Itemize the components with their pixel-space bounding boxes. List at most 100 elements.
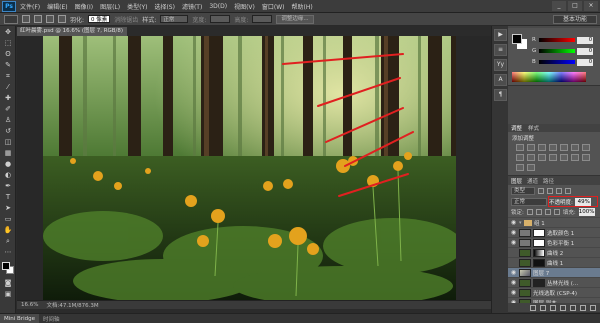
document-canvas[interactable] <box>43 36 456 300</box>
screen-mode-icon[interactable]: ▣ <box>2 290 14 299</box>
height-input[interactable] <box>252 15 273 23</box>
eyedropper-tool-icon[interactable]: ⁄ <box>2 83 14 92</box>
menu-layer[interactable]: 图层(L) <box>100 2 120 11</box>
green-gradient[interactable] <box>539 49 575 53</box>
intersect-selection-icon[interactable] <box>58 15 66 23</box>
gradient-map-icon[interactable] <box>516 164 524 171</box>
new-layer-icon[interactable] <box>580 304 586 311</box>
crop-tool-icon[interactable]: ⌗ <box>2 72 14 81</box>
zoom-tool-icon[interactable]: ⌕ <box>2 237 14 246</box>
layer-style-icon[interactable] <box>540 304 546 311</box>
tool-preset-picker[interactable] <box>4 14 18 24</box>
hue-saturation-icon[interactable] <box>571 144 579 151</box>
foreground-color-swatch[interactable] <box>2 262 10 270</box>
path-select-tool-icon[interactable]: ➤ <box>2 204 14 213</box>
lasso-tool-icon[interactable]: ʘ <box>2 50 14 59</box>
healing-brush-tool-icon[interactable]: ✚ <box>2 94 14 103</box>
blue-slider[interactable]: B 0 <box>532 58 598 66</box>
visibility-eye-icon[interactable]: ◉ <box>510 250 517 256</box>
history-icon[interactable]: ≡ <box>494 44 507 56</box>
gradient-tool-icon[interactable]: ▦ <box>2 149 14 158</box>
brush-tool-icon[interactable]: ✐ <box>2 105 14 114</box>
fill-input[interactable]: 100% <box>578 208 595 216</box>
green-slider[interactable]: G 0 <box>532 47 598 55</box>
shape-tool-icon[interactable]: ▭ <box>2 215 14 224</box>
color-swatches[interactable] <box>1 261 15 275</box>
subtract-selection-icon[interactable] <box>46 15 54 23</box>
red-slider[interactable]: R 0 <box>532 36 598 44</box>
green-value-input[interactable]: 0 <box>577 47 593 55</box>
tab-layers[interactable]: 图层 <box>511 177 522 185</box>
red-value-input[interactable]: 0 <box>577 36 593 44</box>
new-group-icon[interactable] <box>570 304 576 311</box>
history-brush-tool-icon[interactable]: ↺ <box>2 127 14 136</box>
layer-row-group-1[interactable]: ◉ ▾ 组 1 <box>508 217 600 227</box>
layer-row-curves-2[interactable]: ◉ 曲线 2 <box>508 247 600 257</box>
link-layers-icon[interactable] <box>530 304 536 311</box>
channel-mixer-icon[interactable] <box>538 154 546 161</box>
expand-arrow-icon[interactable]: ▾ <box>519 220 522 226</box>
invert-icon[interactable] <box>560 154 568 161</box>
color-balance-icon[interactable] <box>582 144 590 151</box>
visibility-eye-icon[interactable]: ◉ <box>510 279 517 286</box>
visibility-eye-icon[interactable]: ◉ <box>510 239 517 246</box>
document-tab[interactable]: 红叶晨雾.psd @ 16.6% (图层 7, RGB/8)× <box>17 27 127 36</box>
brightness-icon[interactable] <box>516 144 524 151</box>
document-info[interactable]: 文档:47.1M/876.3M <box>46 301 98 309</box>
marquee-tool-icon[interactable]: ⬚ <box>2 39 14 48</box>
lock-all-icon[interactable] <box>553 209 560 215</box>
filter-adjustment-icon[interactable] <box>547 187 553 194</box>
eraser-tool-icon[interactable]: ◫ <box>2 138 14 147</box>
blue-gradient[interactable] <box>539 60 575 64</box>
tab-channels[interactable]: 通道 <box>527 177 538 185</box>
zoom-level[interactable]: 16.6% <box>21 302 38 308</box>
blue-value-input[interactable]: 0 <box>577 58 593 66</box>
menu-help[interactable]: 帮助(H) <box>292 2 313 11</box>
lock-pixels-icon[interactable] <box>535 209 542 215</box>
lock-position-icon[interactable] <box>544 209 551 215</box>
menu-type[interactable]: 类型(Y) <box>127 2 147 11</box>
black-white-icon[interactable] <box>516 154 524 161</box>
clone-stamp-tool-icon[interactable]: ♙ <box>2 116 14 125</box>
menu-view[interactable]: 视图(V) <box>234 2 255 11</box>
visibility-eye-icon[interactable]: ◉ <box>510 219 517 226</box>
hand-tool-icon[interactable]: ✋ <box>2 226 14 235</box>
posterize-icon[interactable] <box>571 154 579 161</box>
tab-timeline[interactable]: 时间轴 <box>39 315 64 323</box>
minimize-button[interactable]: _ <box>552 1 566 11</box>
delete-layer-icon[interactable] <box>590 304 596 311</box>
visibility-eye-icon[interactable]: ◉ <box>510 260 517 266</box>
workspace-select[interactable]: 基本功能 <box>553 15 597 24</box>
add-selection-icon[interactable] <box>34 15 42 23</box>
levels-icon[interactable] <box>527 144 535 151</box>
filter-type-icon[interactable] <box>556 187 562 194</box>
refine-edge-button[interactable]: 调整边缘... <box>276 14 314 24</box>
pen-tool-icon[interactable]: ✒ <box>2 182 14 191</box>
visibility-eye-icon[interactable]: ◉ <box>510 289 517 296</box>
style-select[interactable]: 正常 <box>160 15 189 23</box>
layer-row-layer-7[interactable]: ◉ 图层 7 <box>508 267 600 277</box>
tab-paths[interactable]: 路径 <box>543 177 554 185</box>
layer-row-light-select[interactable]: ◉ 光线选取 (CSP-4) <box>508 287 600 297</box>
photo-filter-icon[interactable] <box>527 154 535 161</box>
antialias-checkbox[interactable]: 消除锯齿 <box>114 15 138 24</box>
lock-transparent-icon[interactable] <box>526 209 533 215</box>
layer-kind-select[interactable]: 类型 <box>511 186 535 195</box>
blend-mode-select[interactable]: 正常 <box>511 197 547 206</box>
menu-edit[interactable]: 编辑(E) <box>47 2 67 11</box>
new-selection-icon[interactable] <box>22 15 30 23</box>
width-input[interactable] <box>210 15 231 23</box>
tab-adjustments[interactable]: 调整 <box>511 124 522 132</box>
color-panel-foreground-swatch[interactable] <box>512 34 522 44</box>
red-gradient[interactable] <box>539 38 575 42</box>
feather-input[interactable]: 0 像素 <box>88 15 111 23</box>
more-tools-icon[interactable]: ⋯ <box>2 248 14 257</box>
tab-mini-bridge[interactable]: Mini Bridge <box>0 313 39 323</box>
threshold-icon[interactable] <box>582 154 590 161</box>
menu-image[interactable]: 图像(I) <box>75 2 93 11</box>
dodge-tool-icon[interactable]: ◐ <box>2 171 14 180</box>
layer-row-color-balance[interactable]: ◉ 色彩平衡 1 <box>508 237 600 247</box>
move-tool-icon[interactable]: ✥ <box>2 28 14 37</box>
quick-mask-icon[interactable]: ◙ <box>2 279 14 288</box>
menu-window[interactable]: 窗口(W) <box>262 2 285 11</box>
